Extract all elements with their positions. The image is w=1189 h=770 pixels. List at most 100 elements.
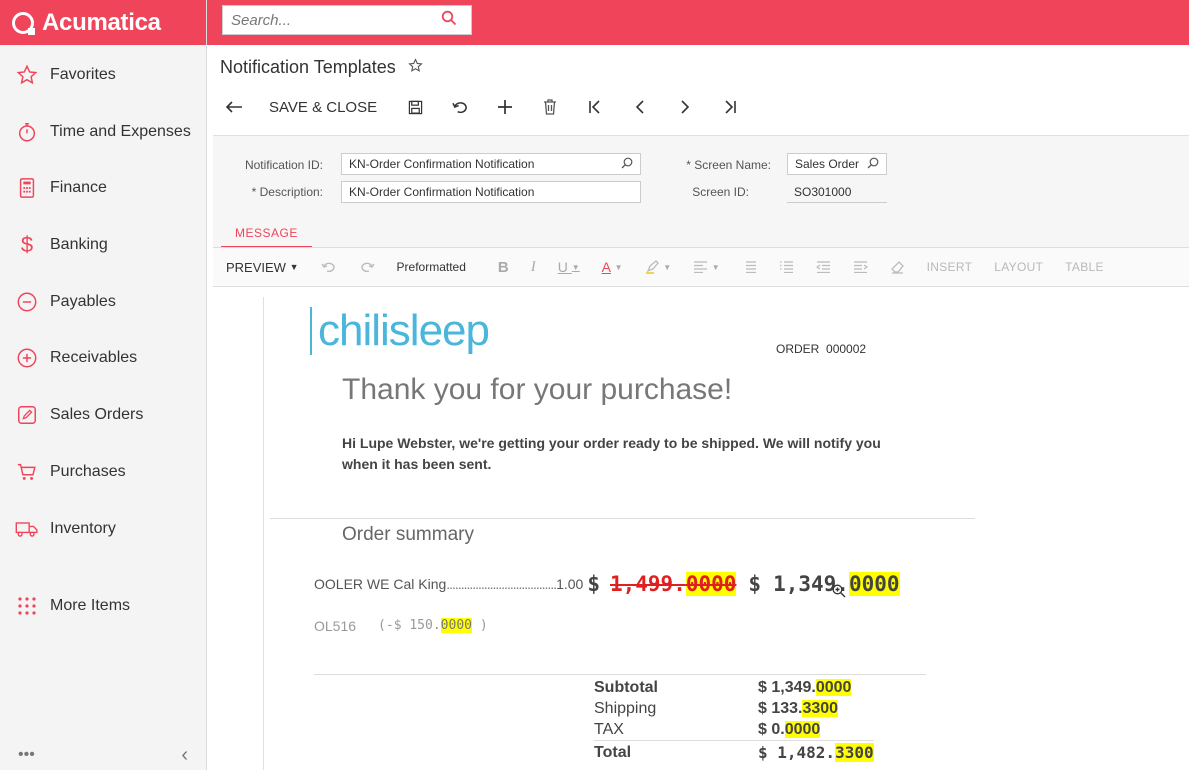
acumatica-logo-icon (12, 11, 35, 35)
editor-redo-icon[interactable] (359, 261, 375, 273)
sidebar-item-receivables[interactable]: Receivables (0, 338, 206, 378)
subtotal-int: $ 1,349. (758, 678, 816, 696)
italic-button[interactable]: I (531, 259, 536, 276)
stopwatch-icon (15, 120, 39, 144)
item-name: OOLER WE Cal King (314, 576, 447, 592)
subtotal-row: Subtotal $ 1,349.0000 (594, 677, 874, 698)
indent-icon[interactable] (853, 261, 868, 273)
pencil-icon (15, 403, 39, 427)
clear-format-icon[interactable] (890, 260, 905, 274)
sidebar-item-purchases[interactable]: Purchases (0, 452, 206, 492)
sidebar-item-label: Payables (50, 293, 116, 310)
screen-name-field[interactable]: Sales Order (787, 153, 887, 175)
font-color-label: A (601, 259, 612, 275)
total-row: Total $ 1,482.3300 (594, 740, 874, 764)
original-price-int: 1,499. (609, 572, 686, 596)
numbered-list-icon[interactable] (779, 261, 794, 273)
sidebar-item-inventory[interactable]: Inventory (0, 509, 206, 549)
sidebar-item-label: Banking (50, 236, 108, 253)
sidebar-item-sales-orders[interactable]: Sales Orders (0, 395, 206, 435)
preview-dropdown[interactable]: PREVIEW ▼ (226, 260, 299, 275)
subtotal-value: $ 1,349.0000 (758, 678, 852, 697)
lookup-search-icon[interactable] (867, 157, 879, 172)
item-dots: ...................................... (446, 576, 557, 592)
total-label: Total (594, 743, 632, 761)
sidebar-item-finance[interactable]: Finance (0, 168, 206, 208)
align-dropdown[interactable]: ▼ (693, 260, 720, 275)
sidebar-item-label: Time and Expenses (50, 123, 191, 140)
add-icon[interactable] (491, 93, 519, 121)
outdent-icon[interactable] (815, 261, 831, 273)
save-and-close-button[interactable]: SAVE & CLOSE (269, 93, 377, 121)
order-line-item: OOLER WE Cal King.......................… (314, 570, 900, 598)
back-arrow-icon[interactable] (220, 93, 248, 121)
divider (270, 518, 975, 519)
tax-int: $ 0. (758, 720, 785, 738)
required-mark: * (686, 158, 691, 172)
sidebar-item-favorites[interactable]: Favorites (0, 55, 206, 95)
notification-id-field[interactable]: KN-Order Confirmation Notification (341, 153, 641, 175)
discount-amount-suffix: ) (479, 618, 488, 633)
tax-row: TAX $ 0.0000 (594, 719, 874, 740)
order-totals: Subtotal $ 1,349.0000 Shipping $ 133.330… (594, 677, 874, 764)
sidebar-item-payables[interactable]: Payables (0, 282, 206, 322)
toolbar: SAVE & CLOSE (220, 93, 761, 121)
format-dropdown[interactable]: Preformatted (397, 260, 466, 274)
underline-button[interactable]: U ▼ (558, 259, 580, 275)
description-field[interactable]: KN-Order Confirmation Notification (341, 181, 641, 203)
tax-value: $ 0.0000 (758, 720, 821, 739)
currency-symbol: $ (587, 572, 600, 596)
sidebar-item-more-items[interactable]: More Items (0, 586, 206, 626)
tab-message[interactable]: MESSAGE (221, 220, 312, 248)
description-label-text: Description: (259, 185, 323, 199)
next-record-icon[interactable] (671, 93, 699, 121)
search-box[interactable] (222, 5, 472, 35)
align-left-icon (694, 261, 708, 273)
order-summary-heading: Order summary (342, 524, 474, 545)
caret-down-icon: ▼ (571, 262, 580, 272)
greeting-text: Hi Lupe Webster, we're getting your orde… (342, 435, 881, 472)
favorite-star-icon[interactable] (408, 57, 423, 78)
caret-down-icon: ▼ (614, 262, 623, 272)
lookup-search-icon[interactable] (621, 157, 633, 172)
previous-record-icon[interactable] (626, 93, 654, 121)
first-record-icon[interactable] (581, 93, 609, 121)
caret-down-icon: ▼ (289, 262, 299, 272)
editor-toolbar: PREVIEW ▼ Preformatted B I U ▼ A ▼ ▼ ▼ I… (213, 247, 1189, 287)
subtotal-dec: 0000 (815, 678, 852, 696)
shipping-dec: 3300 (802, 699, 839, 717)
thank-you-heading: Thank you for your purchase! (342, 373, 733, 406)
search-icon[interactable] (441, 10, 457, 31)
last-record-icon[interactable] (716, 93, 744, 121)
bold-button[interactable]: B (498, 259, 509, 276)
search-input[interactable] (231, 11, 441, 29)
shipping-int: $ 133. (758, 699, 803, 717)
more-options-icon[interactable]: ••• (18, 746, 35, 764)
bullet-list-icon[interactable] (742, 261, 757, 273)
notification-id-value: KN-Order Confirmation Notification (349, 157, 535, 171)
app-brand: Acumatica (42, 8, 161, 36)
app-logo[interactable]: Acumatica (0, 0, 206, 45)
shipping-row: Shipping $ 133.3300 (594, 698, 874, 719)
sidebar-item-label: Inventory (50, 520, 116, 537)
undo-icon[interactable] (446, 93, 474, 121)
minus-circle-icon (15, 290, 39, 314)
truck-icon (15, 517, 39, 541)
table-menu[interactable]: TABLE (1065, 260, 1104, 274)
highlight-color-button[interactable]: ▼ (645, 260, 671, 275)
save-icon[interactable] (401, 93, 429, 121)
insert-menu[interactable]: INSERT (927, 260, 973, 274)
currency-symbol: $ (748, 572, 762, 596)
tax-dec: 0000 (784, 720, 821, 738)
font-color-button[interactable]: A ▼ (602, 259, 623, 275)
editor-undo-icon[interactable] (320, 261, 337, 273)
delete-icon[interactable] (536, 93, 564, 121)
sidebar-item-time-and-expenses[interactable]: Time and Expenses (0, 112, 206, 152)
screen-name-label: * Screen Name: (668, 158, 771, 172)
sidebar-item-label: More Items (50, 597, 131, 614)
preview-label: PREVIEW (226, 259, 286, 275)
collapse-sidebar-icon[interactable]: ‹ (181, 744, 188, 767)
page-title-text: Notification Templates (220, 57, 396, 77)
layout-menu[interactable]: LAYOUT (994, 260, 1043, 274)
sidebar-item-banking[interactable]: $ Banking (0, 225, 206, 265)
